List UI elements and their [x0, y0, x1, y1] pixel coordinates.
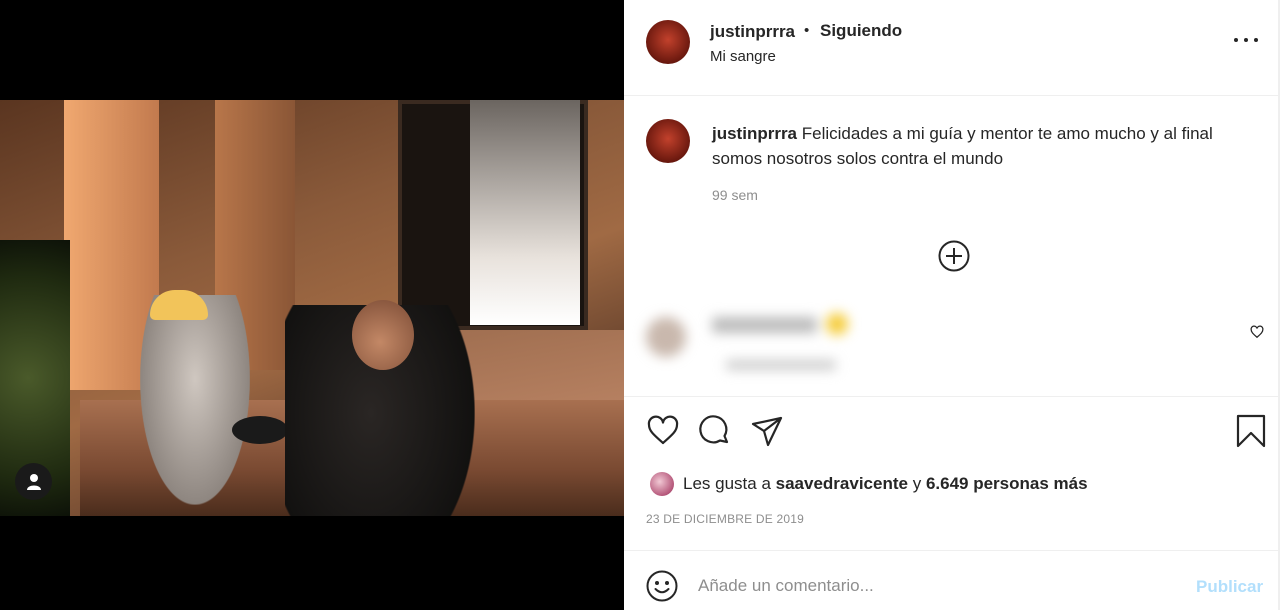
smiley-icon[interactable] [646, 570, 678, 602]
comment-composer: Publicar [624, 550, 1278, 611]
comment-meta [726, 360, 836, 370]
user-tag-icon[interactable] [15, 463, 52, 500]
publish-button[interactable]: Publicar [1196, 577, 1263, 597]
photo-door-glass [470, 100, 580, 325]
post-details-panel: justinprrra • Siguiendo Mi sangre justin… [624, 0, 1280, 610]
plus-circle-icon[interactable] [938, 240, 970, 272]
likes-others[interactable]: 6.649 personas más [926, 474, 1088, 493]
caption-author-avatar[interactable] [646, 119, 690, 163]
author-username[interactable]: justinprrra [710, 22, 795, 42]
more-options-icon[interactable] [1234, 28, 1258, 52]
instagram-post-view: justinprrra • Siguiendo Mi sangre justin… [0, 0, 1280, 610]
comment-username [712, 317, 817, 333]
photo-person-left [140, 295, 250, 505]
actions-divider [624, 396, 1278, 397]
comment-avatar [646, 317, 686, 357]
blurred-comment [636, 295, 1176, 390]
liker-avatar[interactable] [650, 472, 674, 496]
likes-user[interactable]: saavedravicente [776, 474, 908, 493]
photo-person-head [352, 300, 414, 370]
post-photo[interactable] [0, 100, 624, 516]
paper-plane-icon[interactable] [750, 414, 784, 448]
likes-prefix: Les gusta a [683, 474, 771, 493]
likes-summary: Les gusta a saavedravicente y 6.649 pers… [683, 474, 1088, 494]
caption-timestamp[interactable]: 99 sem [712, 187, 758, 203]
post-date[interactable]: 23 DE DICIEMBRE DE 2019 [646, 512, 804, 526]
heart-icon[interactable] [646, 414, 680, 448]
post-media-panel [0, 0, 624, 610]
header-separator: • [804, 22, 810, 39]
photo-bowl [232, 416, 288, 444]
comment-bubble-icon[interactable] [698, 414, 732, 448]
likes-conjunction: y [912, 474, 922, 493]
following-button[interactable]: Siguiendo [820, 21, 902, 41]
post-header: justinprrra • Siguiendo Mi sangre [624, 0, 1278, 96]
comment-like-icon[interactable] [1250, 325, 1264, 339]
comment-input[interactable] [698, 571, 1178, 601]
comment-emoji [826, 313, 848, 335]
post-caption: justinprrra Felicidades a mi guía y ment… [712, 121, 1262, 171]
post-location[interactable]: Mi sangre [710, 48, 776, 65]
caption-username[interactable]: justinprrra [712, 124, 797, 143]
author-avatar[interactable] [646, 20, 690, 64]
bookmark-icon[interactable] [1234, 414, 1268, 448]
